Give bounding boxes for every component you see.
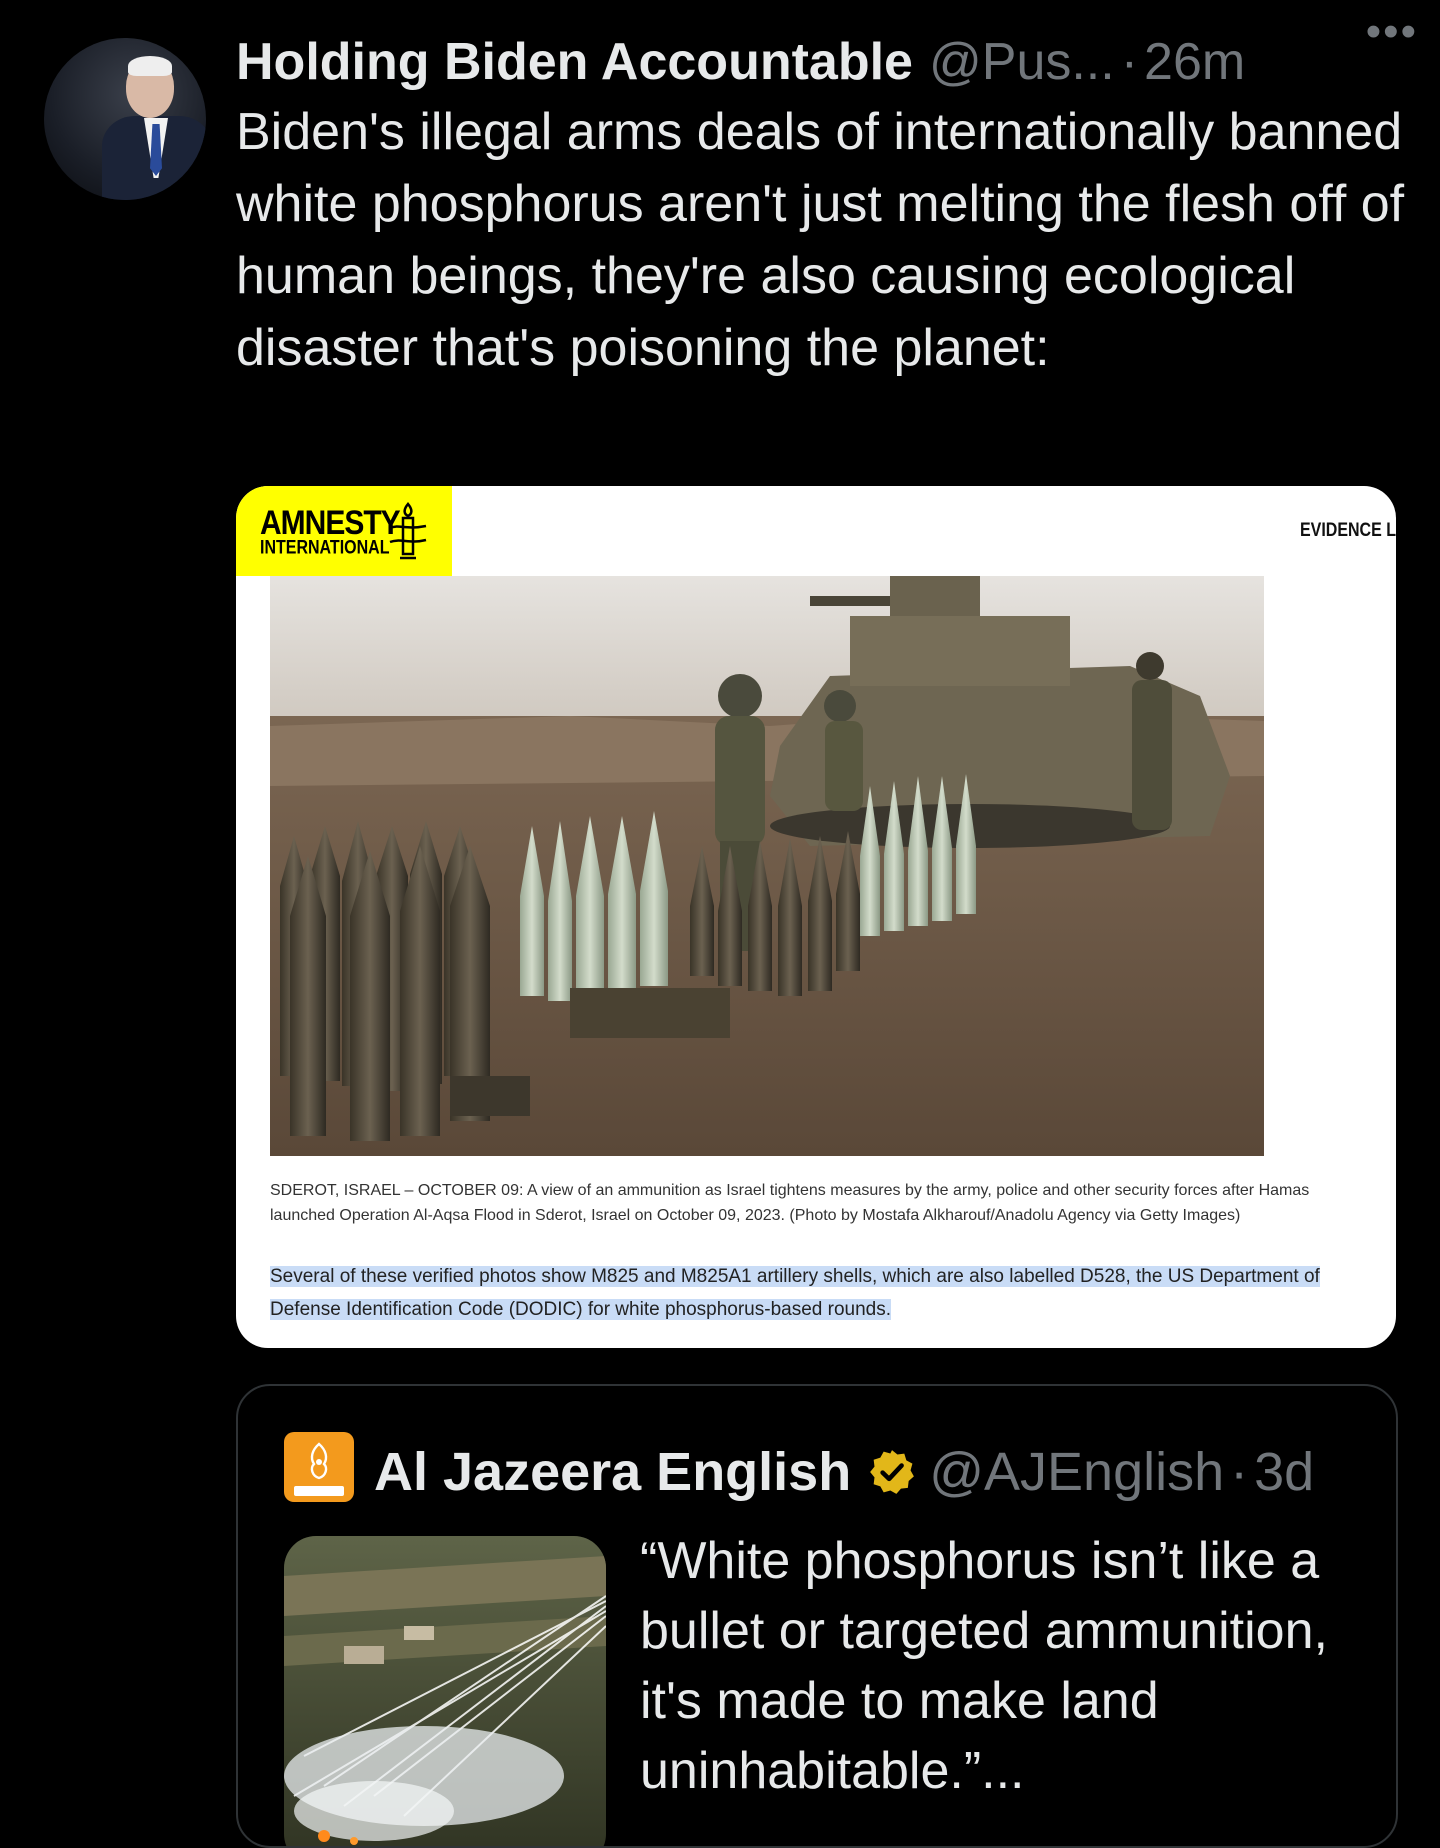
highlighted-text: Several of these verified photos show M8…: [270, 1260, 1370, 1326]
amnesty-logo-sub: INTERNATIONAL: [260, 538, 390, 559]
tweet-timestamp[interactable]: 26m: [1144, 30, 1245, 94]
quoted-tweet-header: Al Jazeera English @AJEnglish · 3d: [374, 1440, 1314, 1504]
author-display-name[interactable]: Holding Biden Accountable: [236, 30, 913, 94]
quoted-tweet-text: “White phosphorus isn’t like a bullet or…: [640, 1532, 1328, 1800]
photo-caption: SDEROT, ISRAEL – OCTOBER 09: A view of a…: [270, 1182, 1310, 1224]
tweet-body: Holding Biden Accountable @Pus... · 26m …: [236, 30, 1416, 384]
aljazeera-logo-band: [294, 1486, 344, 1496]
author-avatar[interactable]: [44, 38, 206, 200]
author-handle[interactable]: @Pus...: [929, 30, 1115, 94]
quoted-tweet[interactable]: Al Jazeera English @AJEnglish · 3d “Whit…: [236, 1384, 1398, 1848]
aljazeera-avatar[interactable]: [284, 1432, 354, 1502]
quoted-separator: ·: [1230, 1442, 1249, 1502]
quoted-display-name[interactable]: Al Jazeera English: [374, 1440, 851, 1504]
attached-image[interactable]: AMNESTY INTERNATIONAL EVIDENCE L SDEROT,…: [236, 486, 1396, 1348]
amnesty-logo: AMNESTY INTERNATIONAL: [236, 486, 452, 576]
quoted-handle[interactable]: @AJEnglish: [929, 1440, 1224, 1504]
quoted-tweet-thumbnail[interactable]: [284, 1536, 606, 1848]
ammunition-photo: [270, 576, 1264, 1156]
verified-badge-icon: [870, 1450, 915, 1494]
evidence-label: EVIDENCE L: [1299, 520, 1396, 541]
header-separator: ·: [1120, 33, 1139, 91]
candle-icon: [389, 502, 427, 560]
avatar-hair: [128, 56, 172, 76]
highlighted-text-span: Several of these verified photos show M8…: [270, 1266, 1320, 1320]
tweet-text: Biden's illegal arms deals of internatio…: [236, 103, 1405, 377]
quoted-timestamp[interactable]: 3d: [1254, 1440, 1314, 1504]
more-options-icon[interactable]: •••: [1366, 10, 1418, 54]
aljazeera-logo-icon: [310, 1442, 328, 1480]
tweet-header: Holding Biden Accountable @Pus... · 26m: [236, 30, 1416, 94]
